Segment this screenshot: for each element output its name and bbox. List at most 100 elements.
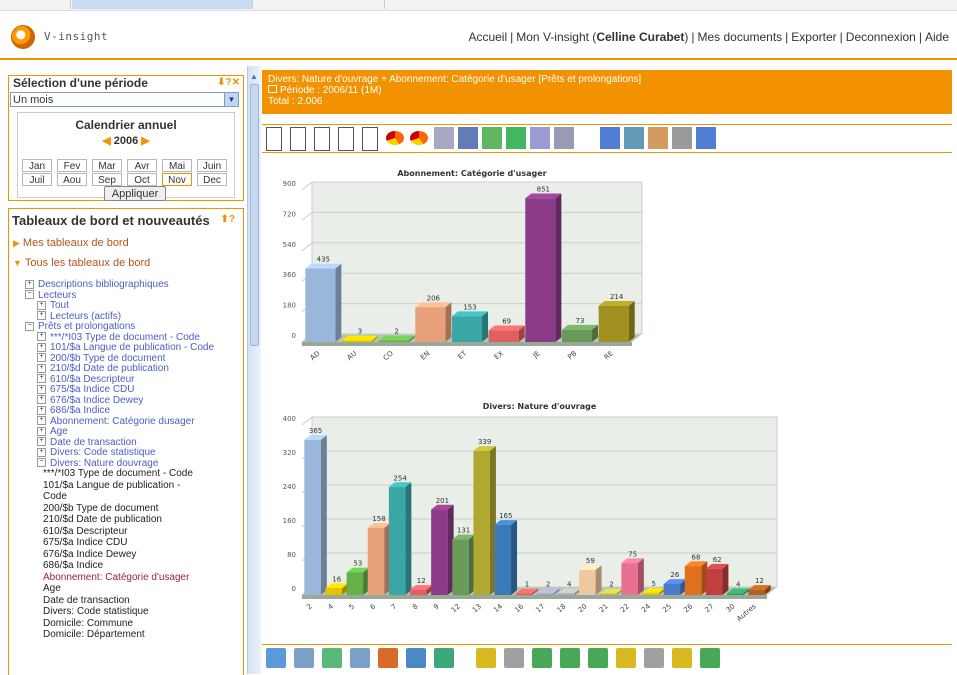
next-year-icon[interactable]: ▶	[141, 135, 149, 147]
tree-item[interactable]: 200/$b Type de document	[43, 503, 158, 515]
arrow-left-gray-icon[interactable]	[504, 648, 524, 668]
attach-icon[interactable]	[696, 127, 716, 149]
month-button-fev[interactable]: Fev	[57, 159, 87, 172]
browser-tab[interactable]	[0, 0, 71, 9]
nav-my-vinsight-link[interactable]: Mon V-insight (Celline Curabet)	[516, 30, 688, 44]
expand-icon[interactable]: +	[37, 405, 46, 415]
month-button-mai[interactable]: Mai	[162, 159, 192, 172]
tree-item[interactable]: Domicile: Commune	[43, 618, 133, 630]
expand-icon[interactable]: +	[37, 416, 46, 426]
page-icon[interactable]	[362, 127, 378, 151]
expand-icon[interactable]: +	[37, 384, 46, 394]
panel-controls-icon[interactable]: ⬆?	[221, 214, 236, 225]
tree-item[interactable]: Abonnement: Catégorie d'usager	[43, 572, 189, 584]
chevron-down-icon[interactable]: ▼	[224, 93, 238, 106]
chart-export3-icon[interactable]	[434, 648, 454, 668]
nav-home-link[interactable]: Accueil	[468, 30, 507, 44]
chart-export2-icon[interactable]	[406, 648, 426, 668]
color-bar-chart-icon[interactable]	[458, 127, 478, 149]
arrow-return-gray-icon[interactable]	[644, 648, 664, 668]
expand-icon[interactable]: +	[37, 353, 46, 363]
expand-icon[interactable]: +	[37, 300, 46, 310]
expand-icon[interactable]: +	[37, 437, 46, 447]
month-button-juil[interactable]: Juil	[22, 173, 52, 186]
month-button-sep[interactable]: Sep	[92, 173, 122, 186]
edit-doc-icon[interactable]	[290, 127, 306, 151]
donut-chart-icon[interactable]	[410, 131, 428, 145]
nav-down-icon[interactable]	[350, 648, 370, 668]
nav-prev-icon[interactable]	[294, 648, 314, 668]
tree-item[interactable]: ***/*I03 Type de document - Code	[43, 468, 193, 480]
expand-icon[interactable]: +	[37, 363, 46, 373]
print-icon[interactable]	[554, 127, 574, 149]
scissors-icon[interactable]	[600, 127, 620, 149]
tree-item[interactable]: Divers: Code statistique	[43, 606, 149, 618]
scrollbar-thumb[interactable]	[250, 84, 259, 346]
arrow-swap-icon[interactable]	[560, 648, 580, 668]
new-doc-icon[interactable]	[266, 127, 282, 151]
collapse-up-icon[interactable]: ▲	[250, 72, 258, 81]
expand-icon[interactable]: +	[37, 447, 46, 457]
collapse-icon[interactable]: −	[25, 321, 34, 331]
tree-item[interactable]: Domicile: Département	[43, 629, 145, 641]
arrow-left-icon[interactable]	[476, 648, 496, 668]
nav-export-link[interactable]: Exporter	[791, 30, 836, 44]
arrow-down-left-icon[interactable]	[532, 648, 552, 668]
refresh-icon[interactable]	[506, 127, 526, 149]
section-my-dashboards[interactable]: ▶ Mes tableaux de bord	[13, 237, 129, 249]
table-icon[interactable]	[482, 127, 502, 149]
nav-documents-link[interactable]: Mes documents	[697, 30, 782, 44]
tree-item[interactable]: 610/$a Descripteur	[43, 526, 128, 538]
nav-first-icon[interactable]	[266, 648, 286, 668]
nav-help-link[interactable]: Aide	[925, 30, 949, 44]
tree-item[interactable]: 676/$a Indice Dewey	[43, 549, 136, 561]
expand-icon[interactable]: +	[37, 426, 46, 436]
period-select[interactable]: Un mois ▼	[10, 92, 239, 107]
tree-item[interactable]: 675/$a Indice CDU	[43, 537, 128, 549]
arrow-return-icon[interactable]	[616, 648, 636, 668]
collapse-icon[interactable]: −	[37, 458, 46, 468]
apply-button[interactable]: Appliquer	[104, 186, 166, 201]
arrow-right2-icon[interactable]	[700, 648, 720, 668]
tree-item[interactable]: 101/$a Langue de publication -	[43, 480, 180, 492]
month-button-avr[interactable]: Avr	[127, 159, 157, 172]
arrow-right-icon[interactable]	[672, 648, 692, 668]
tree-item[interactable]: Age	[43, 583, 61, 595]
expand-icon[interactable]: +	[25, 279, 34, 289]
arrow-both-icon[interactable]	[588, 648, 608, 668]
panel-controls-icon[interactable]: ⬇?✕	[217, 76, 240, 90]
expand-icon[interactable]: +	[37, 374, 46, 384]
glasses-icon[interactable]	[624, 127, 644, 149]
browser-tab-active[interactable]	[72, 0, 253, 9]
month-button-jan[interactable]: Jan	[22, 159, 52, 172]
collapse-icon[interactable]: −	[25, 290, 34, 300]
month-button-aou[interactable]: Aou	[57, 173, 87, 186]
expand-icon[interactable]: +	[37, 342, 46, 352]
settings-icon[interactable]	[672, 127, 692, 149]
sidebar-splitter[interactable]: ▲	[247, 66, 261, 674]
month-button-mar[interactable]: Mar	[92, 159, 122, 172]
tree-item[interactable]: Date de transaction	[43, 595, 130, 607]
grid-icon[interactable]	[530, 127, 550, 149]
frame-icon[interactable]	[648, 127, 668, 149]
pie-chart-icon[interactable]	[386, 131, 404, 145]
month-button-nov[interactable]: Nov	[162, 173, 192, 186]
chart-export-icon[interactable]	[378, 648, 398, 668]
expand-icon[interactable]: +	[37, 395, 46, 405]
section-all-dashboards[interactable]: ▼ Tous les tableaux de bord	[13, 257, 150, 269]
month-button-dec[interactable]: Dec	[197, 173, 227, 186]
nav-logout-link[interactable]: Deconnexion	[846, 30, 916, 44]
tree-item[interactable]: 210/$d Date de publication	[43, 514, 162, 526]
delete-doc-icon[interactable]	[338, 127, 354, 151]
expand-icon[interactable]: +	[37, 332, 46, 342]
prev-year-icon[interactable]: ◀	[102, 135, 110, 147]
month-button-oct[interactable]: Oct	[127, 173, 157, 186]
month-button-juin[interactable]: Juin	[197, 159, 227, 172]
tree-item[interactable]: Code	[43, 491, 67, 503]
browser-tab[interactable]	[254, 0, 385, 9]
nav-up-icon[interactable]	[322, 648, 342, 668]
bar-chart-icon[interactable]	[434, 127, 454, 149]
copy-doc-icon[interactable]	[314, 127, 330, 151]
tree-item[interactable]: 686/$a Indice	[43, 560, 103, 572]
expand-icon[interactable]: +	[37, 311, 46, 321]
